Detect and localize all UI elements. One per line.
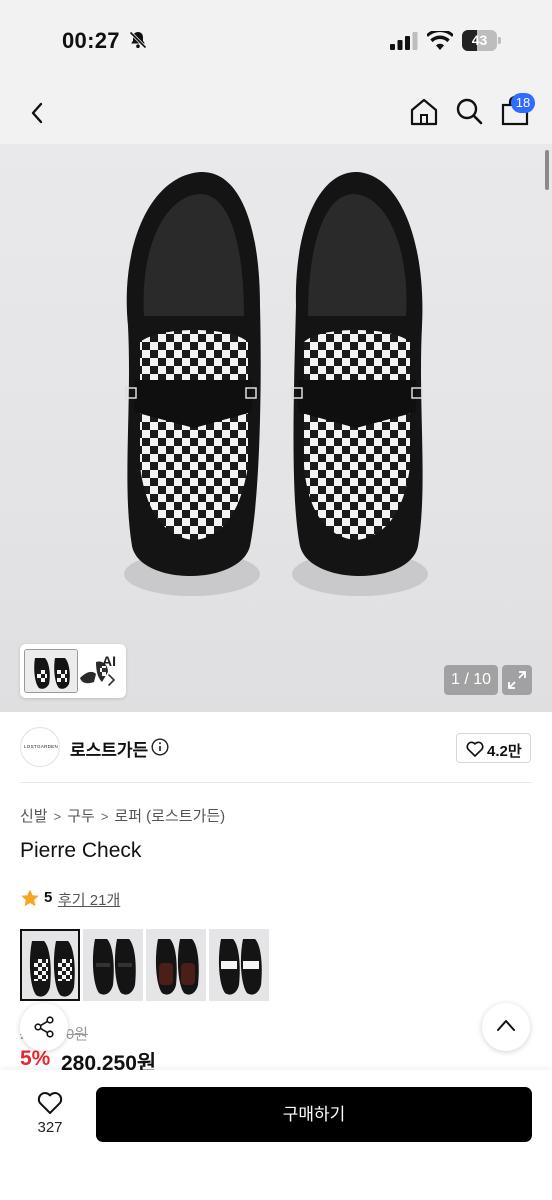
battery-level: 43 xyxy=(471,32,488,48)
star-icon xyxy=(21,889,39,907)
chevron-up-icon xyxy=(497,1020,515,1031)
expand-icon xyxy=(508,671,526,689)
review-count-link[interactable]: 후기 21개 xyxy=(58,889,120,910)
variant-black-white-penny[interactable] xyxy=(209,929,269,1001)
home-icon[interactable] xyxy=(408,96,440,128)
heart-outline-icon xyxy=(466,741,484,757)
product-image-gallery[interactable]: AI 1 / 10 xyxy=(0,144,552,712)
bottom-action-bar: 327 구매하기 xyxy=(0,1070,552,1200)
chevron-right-icon xyxy=(108,674,116,686)
bell-slash-icon xyxy=(129,31,147,49)
battery-icon: 43 xyxy=(462,30,502,51)
scrollbar[interactable] xyxy=(545,150,549,190)
wish-count: 327 xyxy=(37,1119,63,1136)
ai-thumbnail-card[interactable]: AI xyxy=(20,644,126,698)
image-counter: 1 / 10 xyxy=(444,665,498,695)
chevron-right-icon: > xyxy=(53,809,62,824)
color-variants xyxy=(20,929,280,1001)
heart-outline-icon[interactable] xyxy=(37,1091,63,1115)
back-chevron-icon[interactable] xyxy=(26,98,48,128)
scroll-to-top-button[interactable] xyxy=(482,1003,530,1051)
top-navigation xyxy=(0,82,552,144)
chevron-right-icon: > xyxy=(100,809,109,824)
info-icon[interactable] xyxy=(151,738,169,756)
share-button[interactable] xyxy=(20,1003,68,1051)
brand-name[interactable]: 로스트가든 xyxy=(70,736,148,761)
variant-black[interactable] xyxy=(83,929,143,1001)
breadcrumb-item-dress-shoes[interactable]: 구두 xyxy=(67,808,95,825)
rating-score: 5 xyxy=(44,889,53,906)
divider xyxy=(20,782,532,783)
wifi-icon xyxy=(427,31,453,50)
search-icon[interactable] xyxy=(454,96,484,126)
thumbnail-image xyxy=(24,649,78,693)
breadcrumb-item-loafer[interactable]: 로퍼 (로스트가든) xyxy=(114,808,225,825)
ai-label: AI xyxy=(102,653,116,669)
breadcrumb-item-shoes[interactable]: 신발 xyxy=(20,808,48,825)
buy-button[interactable]: 구매하기 xyxy=(96,1087,532,1142)
variant-brown[interactable] xyxy=(146,929,206,1001)
variant-black-white-check[interactable] xyxy=(20,929,80,1001)
brand-like-button[interactable]: 4.2만 xyxy=(456,733,531,763)
cellular-signal-icon xyxy=(390,32,418,50)
status-bar: 00:27 43 xyxy=(0,0,552,82)
cart-count-badge: 18 xyxy=(511,93,535,113)
product-photo-loafers xyxy=(124,171,428,596)
product-title: Pierre Check xyxy=(20,839,142,862)
status-time: 00:27 xyxy=(62,28,120,53)
brand-logo-text: LOSTGARDEN xyxy=(23,744,58,749)
share-icon xyxy=(34,1016,54,1038)
breadcrumb: 신발 > 구두 > 로퍼 (로스트가든) xyxy=(20,805,225,826)
brand-logo[interactable]: LOSTGARDEN xyxy=(20,727,60,767)
brand-like-count: 4.2만 xyxy=(487,743,522,760)
expand-button[interactable] xyxy=(502,665,532,695)
